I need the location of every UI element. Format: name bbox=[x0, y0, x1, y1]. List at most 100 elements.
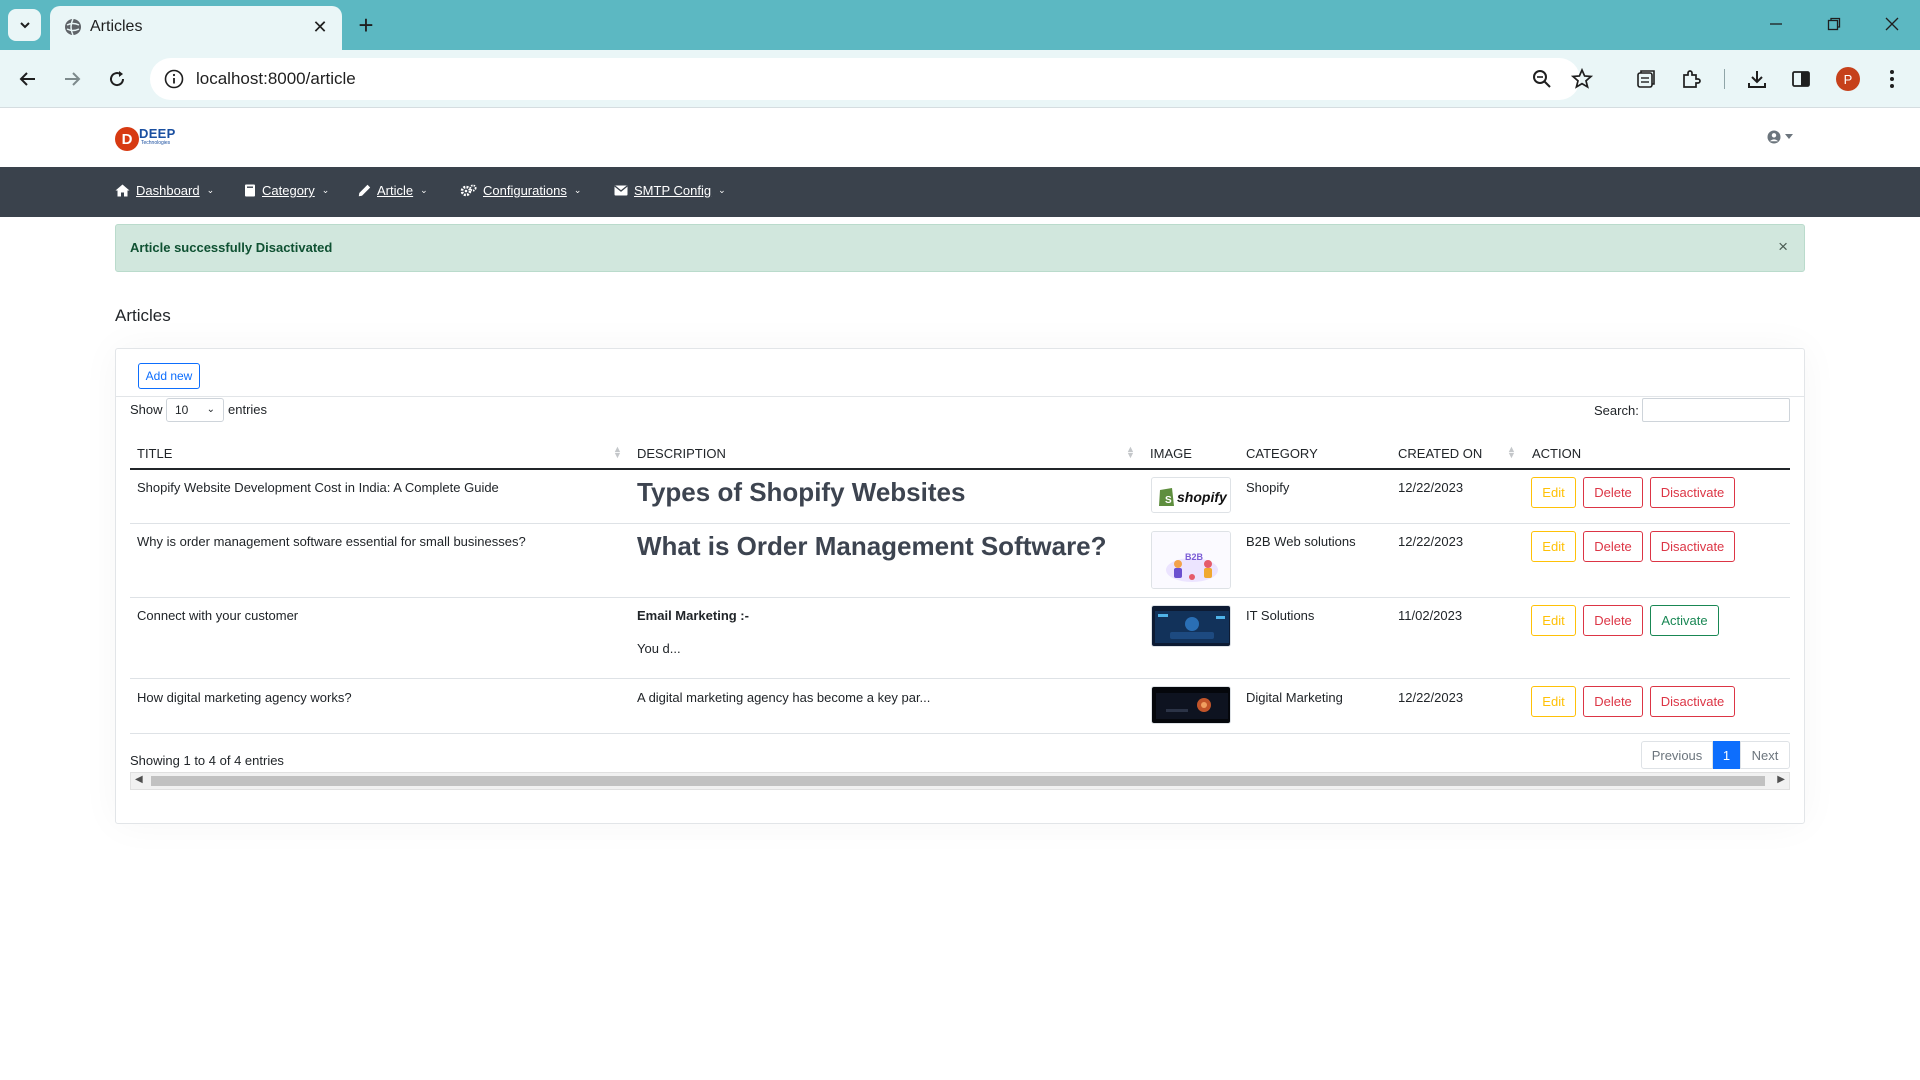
chevron-down-icon bbox=[19, 22, 30, 29]
extensions-icon[interactable] bbox=[1677, 65, 1705, 93]
column-header-description[interactable]: DESCRIPTION bbox=[637, 446, 726, 461]
row-created-on: 12/22/2023 bbox=[1398, 534, 1464, 549]
search-input[interactable] bbox=[1642, 398, 1790, 422]
delete-button[interactable]: Delete bbox=[1583, 477, 1643, 508]
column-header-created-on[interactable]: CREATED ON bbox=[1398, 446, 1482, 461]
svg-text:shopify: shopify bbox=[1177, 489, 1228, 505]
globe-icon bbox=[65, 18, 81, 36]
svg-text:B2B: B2B bbox=[1185, 552, 1204, 562]
user-menu[interactable] bbox=[1767, 130, 1793, 144]
column-header-action: ACTION bbox=[1532, 446, 1582, 461]
alert-message: Article successfully Disactivated bbox=[130, 240, 333, 255]
book-icon bbox=[245, 184, 255, 197]
home-icon bbox=[115, 184, 130, 197]
nav-category[interactable]: Category ⌄ bbox=[244, 183, 329, 198]
svg-text:S: S bbox=[1165, 495, 1172, 506]
sort-icon[interactable]: ▲ ▼ bbox=[1126, 445, 1135, 460]
row-title: Shopify Website Development Cost in Indi… bbox=[137, 480, 499, 495]
page-title: Articles bbox=[115, 306, 171, 325]
scroll-left-icon[interactable]: ◀ bbox=[135, 774, 143, 785]
tab-groups-icon[interactable] bbox=[1632, 65, 1660, 93]
row-title: Connect with your customer bbox=[137, 608, 299, 623]
search-label: Search: bbox=[1594, 403, 1639, 418]
scrollbar-thumb[interactable] bbox=[151, 776, 1765, 786]
more-menu-icon[interactable] bbox=[1878, 65, 1906, 93]
site-header: D DEEP Technologies bbox=[0, 109, 1920, 167]
activate-button[interactable]: Activate bbox=[1650, 605, 1719, 636]
profile-avatar[interactable]: P bbox=[1836, 67, 1860, 91]
success-alert: Article successfully Disactivated × bbox=[115, 224, 1805, 272]
nav-dashboard[interactable]: Dashboard ⌄ bbox=[115, 183, 214, 198]
row-description-excerpt: You d... bbox=[637, 641, 681, 656]
chevron-down-icon: ⌄ bbox=[206, 185, 215, 195]
tab-search-button[interactable] bbox=[8, 9, 41, 41]
card-divider bbox=[116, 396, 1804, 397]
table-info: Showing 1 to 4 of 4 entries bbox=[130, 753, 284, 768]
address-bar[interactable]: localhost:8000/article bbox=[150, 58, 1594, 100]
entries-length-select[interactable]: 10 ⌄ bbox=[166, 398, 224, 422]
row-divider bbox=[130, 523, 1790, 524]
zoom-icon[interactable] bbox=[1530, 67, 1554, 91]
pagination-previous[interactable]: Previous bbox=[1641, 741, 1713, 769]
row-title: How digital marketing agency works? bbox=[137, 690, 352, 705]
bookmark-star-icon[interactable] bbox=[1570, 67, 1594, 91]
row-divider bbox=[130, 733, 1790, 734]
disactivate-button[interactable]: Disactivate bbox=[1650, 686, 1735, 717]
tab-close-icon[interactable]: ✕ bbox=[308, 15, 332, 39]
nav-article-label: Article bbox=[377, 183, 414, 198]
nav-dashboard-label: Dashboard bbox=[136, 183, 200, 198]
disactivate-button[interactable]: Disactivate bbox=[1650, 531, 1735, 562]
delete-button[interactable]: Delete bbox=[1583, 686, 1643, 717]
url-text[interactable]: localhost:8000/article bbox=[196, 69, 356, 89]
row-created-on: 11/02/2023 bbox=[1398, 608, 1463, 623]
articles-card bbox=[115, 348, 1805, 824]
pagination-page-1[interactable]: 1 bbox=[1713, 741, 1740, 769]
row-category: B2B Web solutions bbox=[1246, 534, 1356, 549]
main-navigation: Dashboard ⌄ Category ⌄ Article ⌄ Configu… bbox=[0, 167, 1920, 217]
pagination-next[interactable]: Next bbox=[1740, 741, 1790, 769]
forward-icon[interactable] bbox=[56, 63, 88, 95]
edit-button[interactable]: Edit bbox=[1531, 686, 1576, 717]
window-close-icon[interactable] bbox=[1870, 8, 1914, 40]
chevron-down-icon: ⌄ bbox=[321, 185, 330, 195]
disactivate-button[interactable]: Disactivate bbox=[1650, 477, 1735, 508]
envelope-icon bbox=[614, 185, 628, 196]
browser-tabstrip: Articles ✕ + bbox=[0, 0, 1920, 50]
scroll-right-icon[interactable]: ▶ bbox=[1777, 774, 1785, 785]
nav-article[interactable]: Article ⌄ bbox=[358, 183, 428, 198]
horizontal-scrollbar[interactable]: ◀ ▶ bbox=[130, 772, 1790, 790]
column-header-image: IMAGE bbox=[1150, 446, 1192, 461]
row-category: Shopify bbox=[1246, 480, 1290, 495]
pencil-icon bbox=[358, 184, 371, 197]
side-panel-icon[interactable] bbox=[1787, 65, 1815, 93]
new-tab-icon[interactable]: + bbox=[352, 10, 380, 40]
user-circle-icon bbox=[1767, 130, 1781, 144]
sort-icon[interactable]: ▲ ▼ bbox=[613, 445, 622, 460]
edit-button[interactable]: Edit bbox=[1531, 605, 1576, 636]
minimize-icon[interactable] bbox=[1754, 8, 1798, 40]
nav-category-label: Category bbox=[262, 183, 315, 198]
sort-icon[interactable]: ▲ ▼ bbox=[1507, 445, 1516, 460]
site-logo[interactable]: D DEEP Technologies bbox=[115, 126, 185, 151]
edit-button[interactable]: Edit bbox=[1531, 531, 1576, 562]
row-created-on: 12/22/2023 bbox=[1398, 690, 1464, 705]
gears-icon bbox=[460, 184, 477, 197]
add-new-button[interactable]: Add new bbox=[138, 363, 200, 389]
back-icon[interactable] bbox=[12, 63, 44, 95]
alert-close-icon[interactable]: × bbox=[1778, 237, 1788, 257]
restore-icon[interactable] bbox=[1812, 8, 1856, 40]
entries-length-value: 10 bbox=[175, 403, 189, 417]
reload-icon[interactable] bbox=[101, 63, 133, 95]
download-icon[interactable] bbox=[1743, 65, 1771, 93]
nav-configurations[interactable]: Configurations ⌄ bbox=[460, 183, 581, 198]
column-header-title[interactable]: TITLE bbox=[137, 446, 172, 461]
delete-button[interactable]: Delete bbox=[1583, 605, 1643, 636]
nav-smtp-config[interactable]: SMTP Config ⌄ bbox=[614, 183, 726, 198]
site-info-icon[interactable] bbox=[162, 67, 186, 91]
row-divider bbox=[130, 678, 1790, 679]
browser-tab[interactable]: Articles ✕ bbox=[50, 6, 342, 50]
row-image-it-solutions bbox=[1151, 605, 1231, 647]
column-header-category[interactable]: CATEGORY bbox=[1246, 446, 1318, 461]
edit-button[interactable]: Edit bbox=[1531, 477, 1576, 508]
delete-button[interactable]: Delete bbox=[1583, 531, 1643, 562]
